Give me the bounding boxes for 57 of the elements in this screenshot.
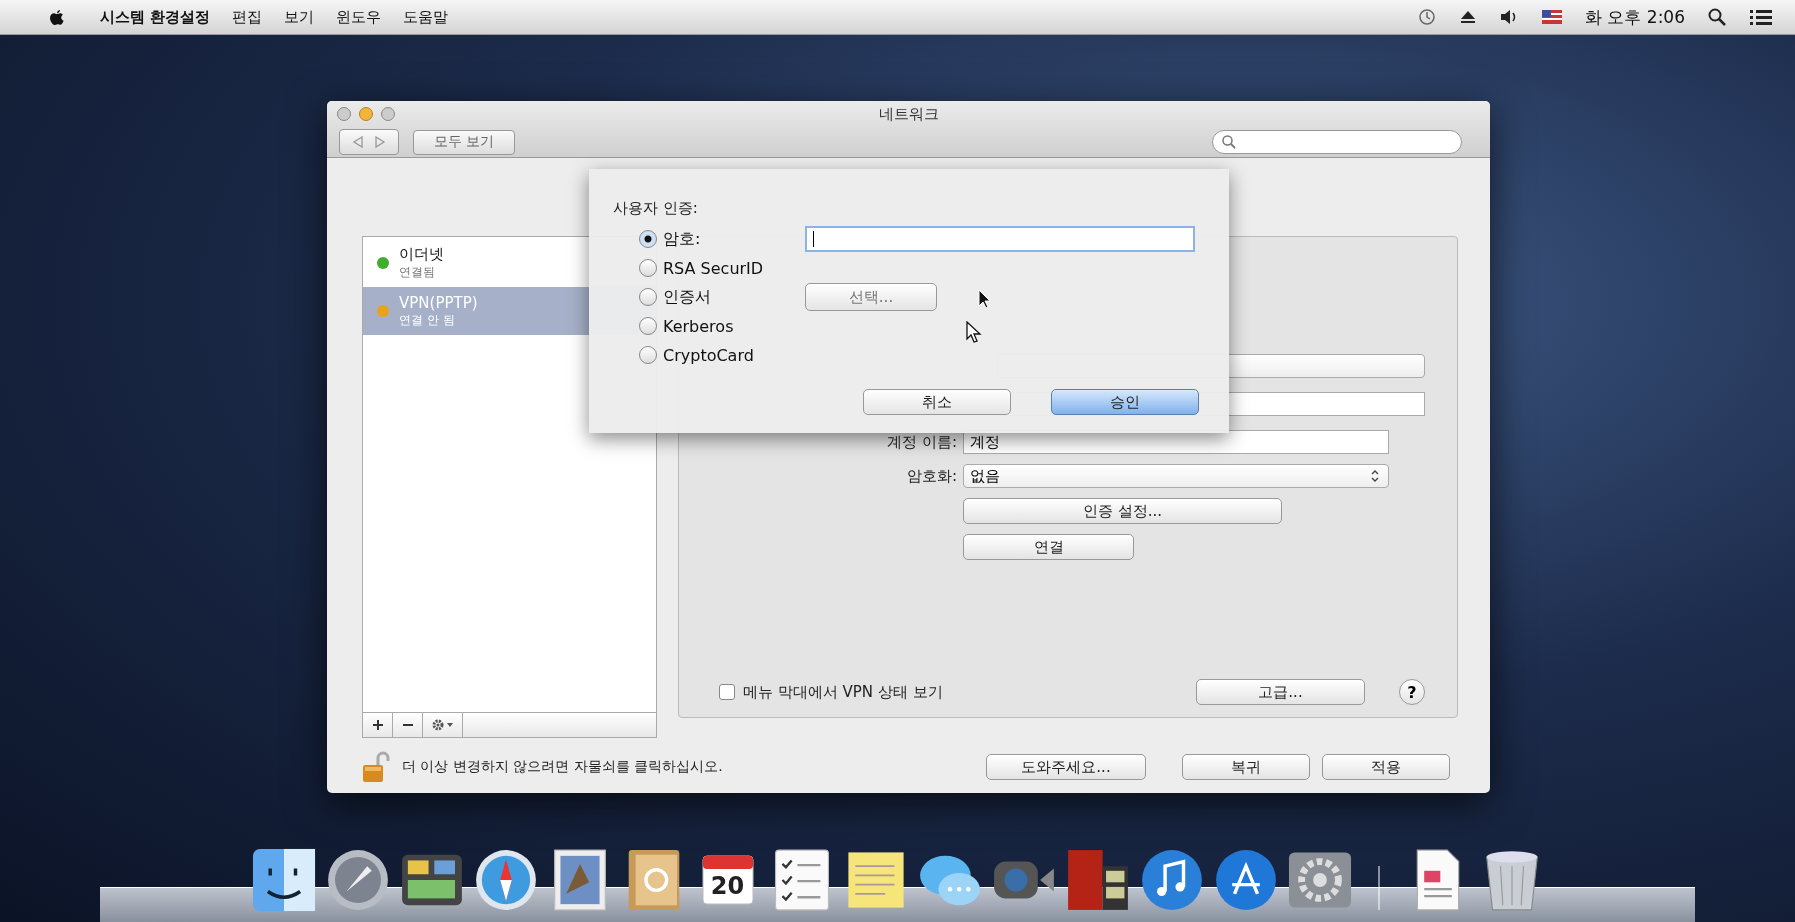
cursor-icon <box>965 321 983 345</box>
field-label: 계정 이름: <box>886 432 957 452</box>
cursor-icon <box>977 289 993 311</box>
radio-button[interactable] <box>639 346 657 364</box>
footer-button[interactable]: 적용 <box>1322 754 1450 780</box>
gear-icon <box>430 718 455 732</box>
list-icon[interactable] <box>1749 7 1773 27</box>
cancel-button[interactable]: 취소 <box>863 389 1011 415</box>
chevron-icon <box>1370 469 1380 483</box>
radio-button[interactable] <box>639 230 657 248</box>
radio-button[interactable] <box>639 288 657 306</box>
dock-separator <box>1377 866 1380 910</box>
menu-item[interactable]: 도움말 <box>403 7 449 27</box>
option-label[interactable]: CryptoCard <box>663 345 783 365</box>
option-label[interactable]: Kerberos <box>663 316 783 336</box>
checkbox[interactable] <box>719 684 735 700</box>
close-button[interactable] <box>337 107 351 121</box>
footer-button[interactable]: 도와주세요... <box>986 754 1146 780</box>
apple-icon[interactable] <box>48 7 66 27</box>
ok-button[interactable]: 승인 <box>1051 389 1199 415</box>
auth-settings-button[interactable]: 인증 설정... <box>963 498 1282 524</box>
footer-button[interactable]: 복귀 <box>1182 754 1310 780</box>
clock-icon[interactable] <box>1417 7 1437 27</box>
service-status: 연결됨 <box>399 264 436 281</box>
lock-message: 더 이상 변경하지 않으려면 자물쇠를 클릭하십시오. <box>402 758 723 776</box>
menu-item[interactable]: 보기 <box>284 7 315 27</box>
connect-button[interactable]: 연결 <box>963 534 1134 560</box>
option-label[interactable]: 암호: <box>663 228 783 250</box>
minimize-button[interactable] <box>359 107 373 121</box>
service-name: 이더넷 <box>399 245 444 264</box>
search-field[interactable] <box>1212 130 1462 154</box>
sheet-heading: 사용자 인증: <box>613 199 699 218</box>
password-field[interactable] <box>805 226 1195 252</box>
clock-text[interactable]: 화 오후 2:06 <box>1585 5 1685 29</box>
checkbox-label[interactable]: 메뉴 막대에서 VPN 상태 보기 <box>743 682 943 702</box>
flag-icon[interactable] <box>1541 9 1563 25</box>
help-button[interactable]: ? <box>1399 679 1425 705</box>
text-field[interactable]: 계정 <box>963 430 1389 454</box>
plus-icon <box>371 719 384 731</box>
radio-button[interactable] <box>639 317 657 335</box>
menu-item[interactable]: 윈도우 <box>336 7 382 27</box>
service-name: VPN(PPTP) <box>399 293 478 312</box>
search-icon <box>1221 134 1237 150</box>
show-all-button[interactable]: 모두 보기 <box>413 129 516 155</box>
option-label[interactable]: RSA SecurID <box>663 258 783 278</box>
popup-button[interactable]: 없음 <box>963 464 1389 488</box>
zoom-button[interactable] <box>381 107 395 121</box>
radio-button[interactable] <box>639 259 657 277</box>
choose-button[interactable]: 선택... <box>805 283 937 311</box>
advanced-button[interactable]: 고급... <box>1196 679 1365 705</box>
window-title: 네트워크 <box>877 104 940 124</box>
menu-item[interactable]: 편집 <box>232 7 263 27</box>
field-label: 암호화: <box>905 466 957 486</box>
service-status: 연결 안 됨 <box>399 311 456 329</box>
option-label[interactable]: 인증서 <box>663 286 783 308</box>
app-menu[interactable]: 시스템 환경설정 <box>100 7 211 27</box>
search-icon[interactable] <box>1707 7 1727 27</box>
